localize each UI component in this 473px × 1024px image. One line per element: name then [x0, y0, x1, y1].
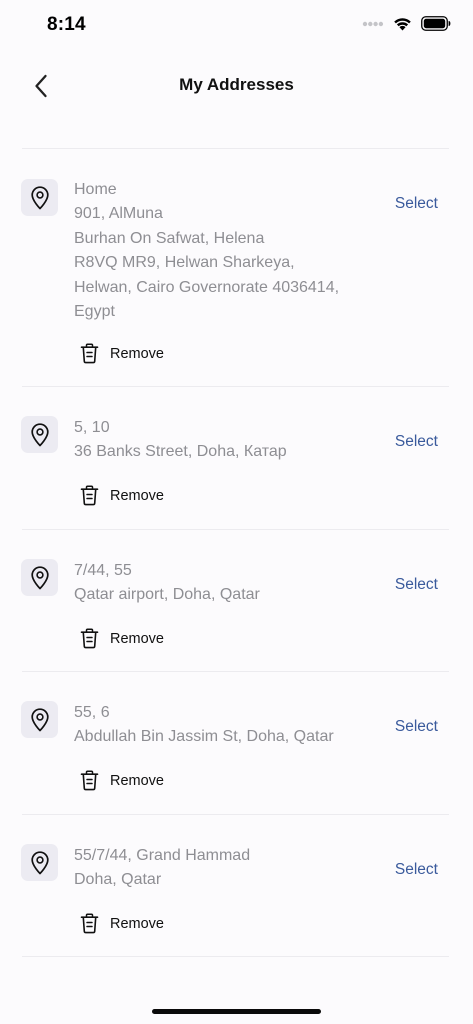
address-line: Doha, Qatar	[74, 871, 162, 889]
address-line: Egypt	[74, 303, 115, 321]
select-address-button[interactable]: Select	[395, 433, 438, 451]
location-pin-badge	[21, 559, 58, 596]
location-pin-badge	[21, 844, 58, 881]
address-text: 55/7/44, Grand Hammad Doha, Qatar	[74, 844, 374, 893]
select-address-button[interactable]: Select	[395, 576, 438, 594]
location-pin-icon	[30, 422, 49, 446]
address-item: 55/7/44, Grand Hammad Doha, Qatar Select…	[0, 815, 473, 956]
select-address-button[interactable]: Select	[395, 718, 438, 736]
remove-label: Remove	[110, 915, 164, 932]
remove-address-button[interactable]: Remove	[80, 628, 164, 649]
trash-icon	[80, 485, 99, 506]
address-line: 55/7/44, Grand Hammad	[74, 847, 251, 864]
remove-address-button[interactable]: Remove	[80, 343, 164, 364]
page-title: My Addresses	[179, 75, 294, 94]
select-address-button[interactable]: Select	[395, 195, 438, 213]
status-bar: 8:14	[0, 0, 473, 50]
address-line: 36 Banks Street, Doha, Катар	[74, 443, 287, 461]
divider	[22, 956, 449, 957]
remove-label: Remove	[110, 772, 164, 789]
trash-icon	[80, 770, 99, 791]
remove-address-button[interactable]: Remove	[80, 485, 164, 506]
address-text: 5, 10 36 Banks Street, Doha, Катар	[74, 416, 374, 465]
status-icons	[362, 16, 451, 31]
location-pin-icon	[30, 565, 49, 589]
address-line: Burhan On Safwat, Helena	[74, 229, 265, 247]
address-text: 7/44, 55 Qatar airport, Doha, Qatar	[74, 559, 374, 608]
location-pin-icon	[30, 850, 49, 874]
remove-address-button[interactable]: Remove	[80, 770, 164, 791]
address-text: 55, 6 Abdullah Bin Jassim St, Doha, Qata…	[74, 701, 374, 750]
trash-icon	[80, 343, 99, 364]
status-time: 8:14	[47, 14, 86, 35]
trash-icon	[80, 628, 99, 649]
address-line: 55, 6	[74, 704, 110, 721]
location-pin-badge	[21, 179, 58, 216]
cellular-signal-icon	[362, 21, 384, 26]
address-line: 7/44, 55	[74, 562, 132, 579]
address-list: Home 901, AlMuna Burhan On Safwat, Helen…	[0, 148, 473, 957]
address-line: Home	[74, 181, 117, 198]
address-line: Abdullah Bin Jassim St, Doha, Qatar	[74, 728, 334, 746]
address-item: Home 901, AlMuna Burhan On Safwat, Helen…	[0, 149, 473, 386]
home-indicator[interactable]	[152, 1009, 321, 1014]
select-address-button[interactable]: Select	[395, 861, 438, 879]
remove-label: Remove	[110, 345, 164, 362]
battery-icon	[421, 16, 451, 31]
address-text: Home 901, AlMuna Burhan On Safwat, Helen…	[74, 178, 374, 324]
navigation-header: My Addresses	[0, 60, 473, 112]
location-pin-icon	[30, 185, 49, 209]
location-pin-badge	[21, 701, 58, 738]
remove-label: Remove	[110, 630, 164, 647]
address-item: 7/44, 55 Qatar airport, Doha, Qatar Sele…	[0, 530, 473, 671]
wifi-icon	[394, 18, 411, 31]
address-item: 5, 10 36 Banks Street, Doha, Катар Selec…	[0, 387, 473, 529]
remove-address-button[interactable]: Remove	[80, 913, 164, 934]
location-pin-badge	[21, 416, 58, 453]
address-line: Qatar airport, Doha, Qatar	[74, 586, 260, 604]
address-line: Helwan, Cairo Governorate 4036414,	[74, 278, 340, 296]
address-line: 901, AlMuna	[74, 205, 163, 223]
address-line: R8VQ MR9, Helwan Sharkeya,	[74, 254, 295, 272]
remove-label: Remove	[110, 487, 164, 504]
trash-icon	[80, 913, 99, 934]
address-line: 5, 10	[74, 419, 110, 436]
address-item: 55, 6 Abdullah Bin Jassim St, Doha, Qata…	[0, 672, 473, 814]
location-pin-icon	[30, 707, 49, 731]
